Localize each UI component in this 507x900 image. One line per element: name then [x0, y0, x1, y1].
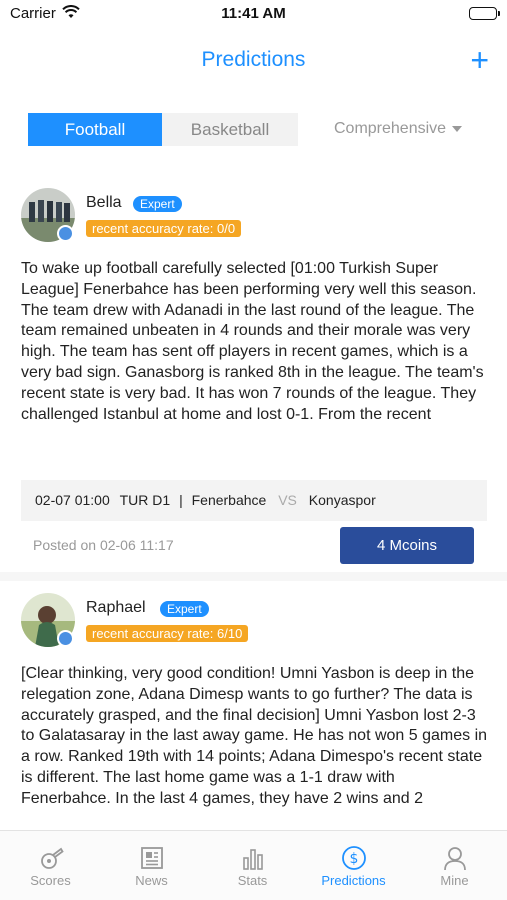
whistle-icon [41, 847, 64, 869]
match-league: TUR D1 [119, 492, 171, 508]
page-title: Predictions [201, 48, 306, 71]
person-icon [444, 847, 466, 871]
clock: 11:41 AM [221, 5, 286, 22]
tab-news[interactable]: News [101, 831, 202, 900]
tab-label: Scores [30, 873, 71, 888]
accuracy-badge: recent accuracy rate: 0/0 [86, 220, 242, 237]
match-info[interactable]: 02-07 01:00 TUR D1 | Fenerbahce VS Konya… [21, 480, 487, 521]
tab-scores[interactable]: Scores [0, 831, 101, 900]
sort-dropdown[interactable]: Comprehensive [334, 120, 463, 138]
bar-chart-icon [243, 849, 263, 870]
verified-icon [57, 630, 74, 647]
match-datetime: 02-07 01:00 [35, 492, 110, 508]
svg-text:$: $ [350, 851, 359, 867]
tab-basketball[interactable]: Basketball [162, 113, 298, 146]
tab-label: Predictions [321, 873, 386, 888]
tab-bar: Scores News Stats $ Predictions Mine [0, 830, 507, 900]
author-name[interactable]: Raphael [86, 599, 146, 617]
avatar[interactable] [21, 188, 75, 242]
author-name[interactable]: Bella [86, 194, 122, 212]
battery-icon [469, 7, 500, 20]
tab-predictions[interactable]: $ Predictions [303, 831, 404, 900]
match-vs: VS [278, 492, 297, 508]
newspaper-icon [141, 847, 163, 869]
accuracy-badge: recent accuracy rate: 6/10 [86, 625, 249, 642]
match-home-team: Fenerbahce [191, 492, 267, 508]
dollar-circle-icon: $ [342, 846, 366, 870]
match-away-team: Konyaspor [308, 492, 376, 508]
tab-label: Mine [440, 873, 469, 888]
match-separator: | [179, 492, 183, 508]
nav-bar: Predictions + [0, 38, 507, 82]
status-bar: Carrier 11:41 AM [0, 0, 507, 30]
posted-time: Posted on 02-06 11:17 [33, 537, 174, 553]
divider [0, 572, 507, 581]
buy-button[interactable]: 4 Mcoins [340, 527, 474, 564]
tab-football[interactable]: Football [28, 113, 162, 146]
filter-bar: Football Basketball Comprehensive [0, 113, 507, 147]
caret-down-icon [452, 125, 463, 132]
expert-badge: Expert [133, 196, 182, 212]
tab-label: News [135, 873, 168, 888]
tab-stats[interactable]: Stats [202, 831, 303, 900]
post-content[interactable]: To wake up football carefully selected [… [21, 259, 489, 425]
avatar[interactable] [21, 593, 75, 647]
add-button[interactable]: + [470, 44, 489, 76]
tab-label: Stats [237, 873, 268, 888]
verified-icon [57, 225, 74, 242]
expert-badge: Expert [160, 601, 209, 617]
post-content[interactable]: [Clear thinking, very good condition! Um… [21, 664, 489, 830]
tab-mine[interactable]: Mine [404, 831, 505, 900]
sort-label: Comprehensive [334, 120, 447, 137]
